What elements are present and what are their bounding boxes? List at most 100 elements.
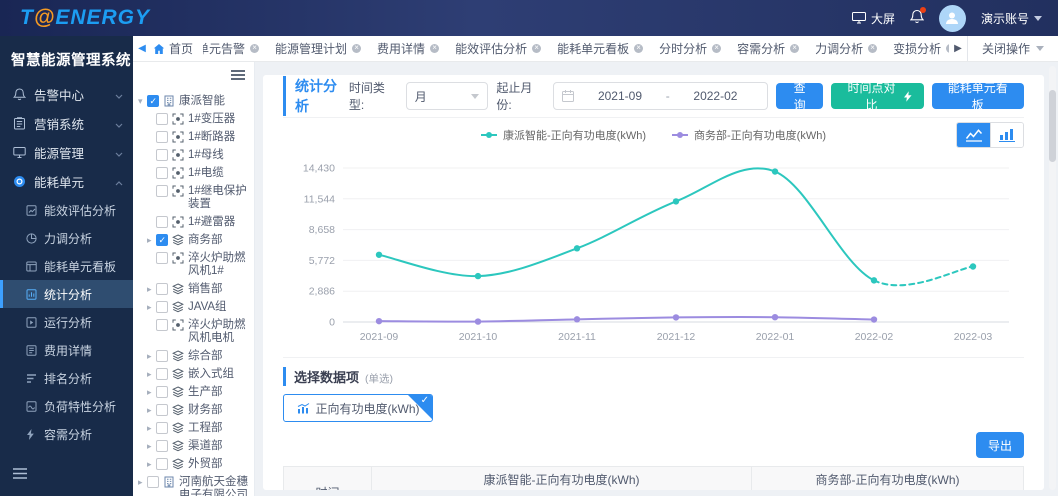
caret-right-icon[interactable]: ▸ xyxy=(147,386,156,399)
tabs-scroll-left-button[interactable]: ◀ xyxy=(133,43,151,54)
tree-node-19[interactable]: ▸河南航天金穗电子有限公司 xyxy=(138,473,252,496)
caret-right-icon[interactable]: ▸ xyxy=(147,440,156,453)
caret-right-icon[interactable]: ▸ xyxy=(147,301,156,314)
sidebar-item-3-8[interactable]: 容需分析 xyxy=(0,420,133,448)
caret-right-icon[interactable]: ▸ xyxy=(147,422,156,435)
unit-board-button[interactable]: 能耗单元看板 xyxy=(932,83,1025,109)
tab-item-6[interactable]: 容需分析 xyxy=(729,36,807,61)
tree-checkbox[interactable] xyxy=(147,476,159,488)
tree-checkbox[interactable] xyxy=(156,301,168,313)
caret-right-icon[interactable]: ▸ xyxy=(138,476,147,489)
tab-close-icon[interactable] xyxy=(868,44,877,53)
sidebar-group-3[interactable]: 能耗单元 xyxy=(0,167,133,196)
line-chart-toggle-button[interactable] xyxy=(957,123,990,147)
tree-checkbox[interactable] xyxy=(156,319,168,331)
query-button[interactable]: 查询 xyxy=(776,83,823,109)
tree-node-17[interactable]: ▸渠道部 xyxy=(138,437,252,455)
tree-node-9[interactable]: ▸销售部 xyxy=(138,280,252,298)
sidebar-group-1[interactable]: 营销系统 xyxy=(0,109,133,138)
tree-node-16[interactable]: ▸工程部 xyxy=(138,419,252,437)
sidebar-group-2[interactable]: 能源管理 xyxy=(0,138,133,167)
big-screen-button[interactable]: 大屏 xyxy=(852,10,895,27)
tree-checkbox[interactable] xyxy=(156,368,168,380)
tab-close-icon[interactable] xyxy=(352,44,361,53)
account-menu[interactable]: 演示账号 xyxy=(981,10,1042,27)
tree-checkbox[interactable] xyxy=(156,350,168,362)
tree-node-14[interactable]: ▸生产部 xyxy=(138,383,252,401)
tab-close-icon[interactable] xyxy=(790,44,799,53)
tree-node-12[interactable]: ▸综合部 xyxy=(138,347,252,365)
tree-node-11[interactable]: 淬火炉助燃风机电机 xyxy=(138,316,252,347)
date-range-input[interactable]: 2021-09 - 2022-02 xyxy=(553,82,768,110)
tab-item-7[interactable]: 力调分析 xyxy=(807,36,885,61)
caret-right-icon[interactable]: ▸ xyxy=(147,234,156,247)
statistics-line-chart[interactable]: 02,8865,7728,65811,54414,4302021-092021-… xyxy=(283,152,1025,357)
caret-right-icon[interactable]: ▸ xyxy=(147,350,156,363)
sidebar-item-3-1[interactable]: 力调分析 xyxy=(0,224,133,252)
tree-checkbox[interactable] xyxy=(156,113,168,125)
tree-checkbox[interactable] xyxy=(156,167,168,179)
sidebar-item-3-0[interactable]: 能效评估分析 xyxy=(0,196,133,224)
tree-node-6[interactable]: 1#避雷器 xyxy=(138,213,252,231)
time-type-select[interactable]: 月 xyxy=(406,82,489,110)
caret-right-icon[interactable]: ▸ xyxy=(147,404,156,417)
bar-chart-toggle-button[interactable] xyxy=(990,123,1023,147)
tree-node-1[interactable]: 1#变压器 xyxy=(138,110,252,128)
tree-node-5[interactable]: 1#继电保护装置 xyxy=(138,182,252,213)
tree-checkbox[interactable] xyxy=(156,185,168,197)
tree-node-7[interactable]: ▸商务部 xyxy=(138,231,252,249)
tree-node-10[interactable]: ▸JAVA组 xyxy=(138,298,252,316)
tab-close-icon[interactable] xyxy=(634,44,643,53)
caret-right-icon[interactable]: ▸ xyxy=(147,283,156,296)
tab-item-8[interactable]: 变损分析 xyxy=(885,36,949,61)
tree-node-8[interactable]: 淬火炉助燃风机1# xyxy=(138,249,252,280)
tab-home[interactable]: 首页 xyxy=(151,40,203,57)
tab-close-icon[interactable] xyxy=(430,44,439,53)
tree-node-13[interactable]: ▸嵌入式组 xyxy=(138,365,252,383)
tree-node-15[interactable]: ▸财务部 xyxy=(138,401,252,419)
tabs-scroll-right-button[interactable]: ▶ xyxy=(949,43,967,54)
tab-close-icon[interactable] xyxy=(712,44,721,53)
legend-item-business-dept[interactable]: 商务部-正向有功电度(kWh) xyxy=(672,127,826,143)
caret-right-icon[interactable]: ▸ xyxy=(147,368,156,381)
export-button[interactable]: 导出 xyxy=(976,432,1024,458)
sidebar-item-3-7[interactable]: 负荷特性分析 xyxy=(0,392,133,420)
tree-node-3[interactable]: 1#母线 xyxy=(138,146,252,164)
tree-checkbox[interactable] xyxy=(156,440,168,452)
tab-item-5[interactable]: 分时分析 xyxy=(651,36,729,61)
tab-close-icon[interactable] xyxy=(532,44,541,53)
sidebar-item-3-5[interactable]: 费用详情 xyxy=(0,336,133,364)
tree-checkbox[interactable] xyxy=(156,252,168,264)
tree-menu-icon[interactable] xyxy=(231,70,245,80)
tree-checkbox[interactable] xyxy=(156,283,168,295)
tree-checkbox[interactable] xyxy=(156,404,168,416)
tab-item-0[interactable]: 单元告警 xyxy=(203,36,267,61)
caret-down-icon[interactable]: ▾ xyxy=(138,95,147,108)
tree-checkbox[interactable] xyxy=(156,216,168,228)
tab-item-3[interactable]: 能效评估分析 xyxy=(447,36,549,61)
legend-item-kangpai[interactable]: 康派智能-正向有功电度(kWh) xyxy=(481,127,646,143)
scrollbar-thumb[interactable] xyxy=(1049,90,1056,162)
tree-checkbox[interactable] xyxy=(156,386,168,398)
tree-node-18[interactable]: ▸外贸部 xyxy=(138,455,252,473)
tree-node-0[interactable]: ▾康派智能 xyxy=(138,92,252,110)
tree-node-2[interactable]: 1#断路器 xyxy=(138,128,252,146)
tree-checkbox[interactable] xyxy=(147,95,159,107)
sidebar-item-3-2[interactable]: 能耗单元看板 xyxy=(0,252,133,280)
tab-item-2[interactable]: 费用详情 xyxy=(369,36,447,61)
data-item-chip-selected[interactable]: 正向有功电度(kWh) ✓ xyxy=(283,394,433,422)
tree-checkbox[interactable] xyxy=(156,131,168,143)
close-operations-menu[interactable]: 关闭操作 xyxy=(967,36,1058,61)
tab-item-4[interactable]: 能耗单元看板 xyxy=(549,36,651,61)
sidebar-item-3-6[interactable]: 排名分析 xyxy=(0,364,133,392)
tree-checkbox[interactable] xyxy=(156,458,168,470)
tree-checkbox[interactable] xyxy=(156,234,168,246)
tab-item-1[interactable]: 能源管理计划 xyxy=(267,36,369,61)
tree-checkbox[interactable] xyxy=(156,422,168,434)
notification-bell-button[interactable] xyxy=(910,9,924,27)
avatar[interactable] xyxy=(939,5,966,32)
sidebar-group-0[interactable]: 告警中心 xyxy=(0,80,133,109)
sidebar-collapse-button[interactable] xyxy=(13,466,27,484)
time-point-compare-button[interactable]: 时间点对比 xyxy=(831,83,924,109)
sidebar-item-3-4[interactable]: 运行分析 xyxy=(0,308,133,336)
